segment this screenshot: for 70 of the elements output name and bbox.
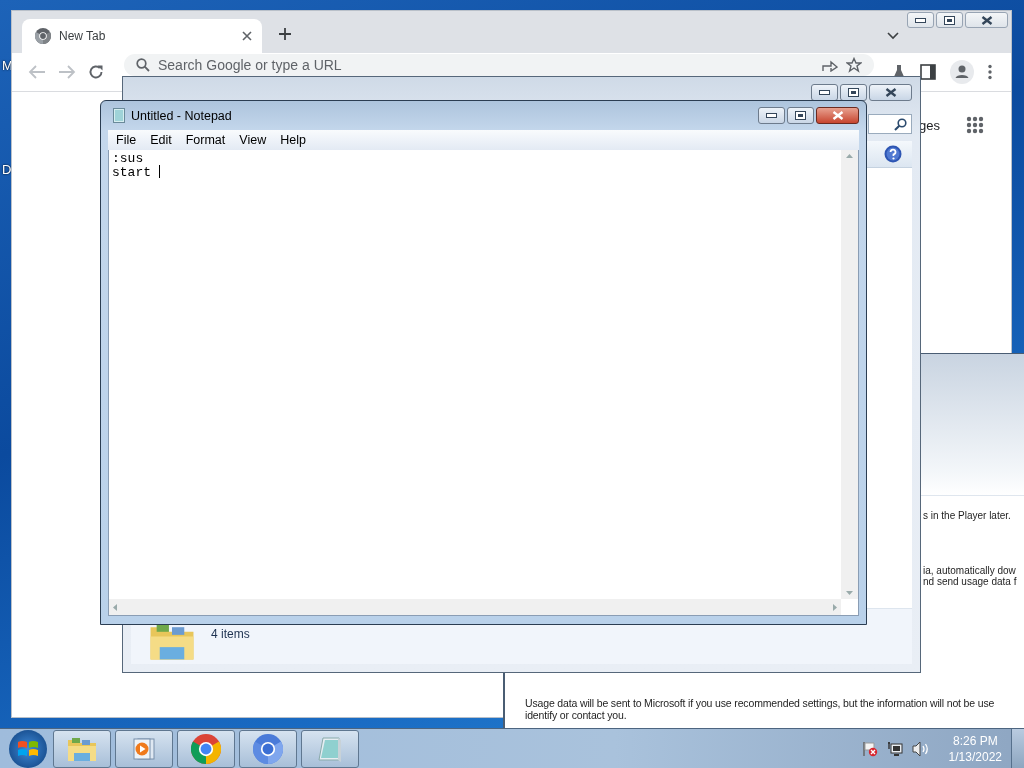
close-button[interactable] bbox=[816, 107, 859, 124]
maximize-icon bbox=[944, 15, 955, 25]
taskbar-button[interactable] bbox=[53, 729, 111, 768]
star-icon[interactable] bbox=[846, 57, 862, 73]
text-cursor bbox=[158, 165, 160, 178]
minimize-icon bbox=[819, 89, 830, 95]
maximize-button[interactable] bbox=[936, 12, 963, 28]
close-icon bbox=[884, 87, 897, 97]
close-button[interactable] bbox=[869, 83, 912, 101]
close-icon[interactable] bbox=[242, 31, 252, 41]
taskbar-button[interactable] bbox=[115, 729, 173, 768]
maximize-button[interactable] bbox=[787, 107, 814, 124]
text-line: start bbox=[112, 165, 152, 180]
notepad-icon bbox=[113, 108, 125, 123]
minimize-button[interactable] bbox=[811, 83, 838, 101]
apps-grid-icon[interactable] bbox=[966, 116, 984, 134]
start-button[interactable] bbox=[9, 729, 47, 768]
speaker-icon[interactable] bbox=[911, 740, 930, 757]
taskbar-button[interactable] bbox=[301, 729, 359, 768]
side-panel-icon[interactable] bbox=[920, 64, 936, 80]
text-line: :sus bbox=[112, 151, 144, 166]
menu-item[interactable]: Help bbox=[274, 132, 312, 148]
show-desktop-button[interactable] bbox=[1011, 729, 1024, 768]
item-count: 4 items bbox=[211, 627, 250, 641]
reload-icon[interactable] bbox=[88, 64, 104, 80]
flag-icon[interactable] bbox=[861, 740, 878, 757]
search-icon bbox=[136, 58, 150, 72]
maximize-button[interactable] bbox=[840, 83, 867, 101]
browser-tab[interactable]: New Tab bbox=[22, 19, 262, 53]
search-icon bbox=[894, 117, 907, 131]
minimize-button[interactable] bbox=[758, 107, 785, 124]
chrome-icon bbox=[35, 28, 51, 44]
body-text: ia, automatically dow bbox=[923, 565, 1016, 576]
network-icon[interactable] bbox=[886, 740, 903, 757]
chromium-icon bbox=[253, 733, 283, 764]
chrome-icon bbox=[191, 733, 221, 764]
plus-icon bbox=[278, 27, 292, 41]
body-text: nd send usage data f bbox=[923, 576, 1018, 587]
menu-item[interactable]: Format bbox=[179, 132, 232, 148]
close-icon bbox=[831, 111, 844, 120]
body-text: s in the Player later. bbox=[923, 510, 1012, 521]
search-field[interactable] bbox=[868, 114, 912, 134]
minimize-button[interactable] bbox=[907, 12, 934, 28]
media-player-icon bbox=[133, 736, 155, 761]
windows-logo-icon bbox=[17, 738, 39, 759]
maximize-icon bbox=[848, 87, 859, 97]
profile-icon[interactable] bbox=[950, 60, 974, 84]
menu-icon[interactable] bbox=[988, 64, 992, 80]
address-field[interactable]: Search Google or type a URL bbox=[158, 57, 814, 73]
maximize-icon bbox=[795, 111, 806, 120]
window-title: Untitled - Notepad bbox=[131, 108, 233, 123]
menu-item[interactable]: Edit bbox=[144, 132, 178, 148]
close-button[interactable] bbox=[965, 12, 1008, 28]
privacy-note: identify or contact you. bbox=[525, 709, 628, 721]
privacy-note: Usage data will be sent to Microsoft if you use recommended settings, but the information will not be use bbox=[525, 697, 996, 709]
help-icon[interactable] bbox=[884, 145, 902, 163]
menu-item[interactable]: View bbox=[233, 132, 273, 148]
close-icon bbox=[980, 15, 993, 25]
minimize-icon bbox=[915, 17, 926, 23]
taskbar-button[interactable] bbox=[239, 729, 297, 768]
folder-icon bbox=[67, 735, 97, 762]
minimize-icon bbox=[766, 113, 777, 118]
desktop-icon-label[interactable]: D bbox=[2, 162, 12, 177]
caret-icon[interactable] bbox=[887, 32, 899, 40]
address-bar[interactable]: Search Google or type a URL bbox=[124, 54, 874, 76]
notepad-icon bbox=[317, 734, 343, 763]
text-area[interactable]: :sus start bbox=[108, 150, 859, 616]
share-icon[interactable] bbox=[822, 58, 838, 72]
taskbar-button[interactable] bbox=[177, 729, 235, 768]
menu-item[interactable]: File bbox=[110, 132, 143, 148]
